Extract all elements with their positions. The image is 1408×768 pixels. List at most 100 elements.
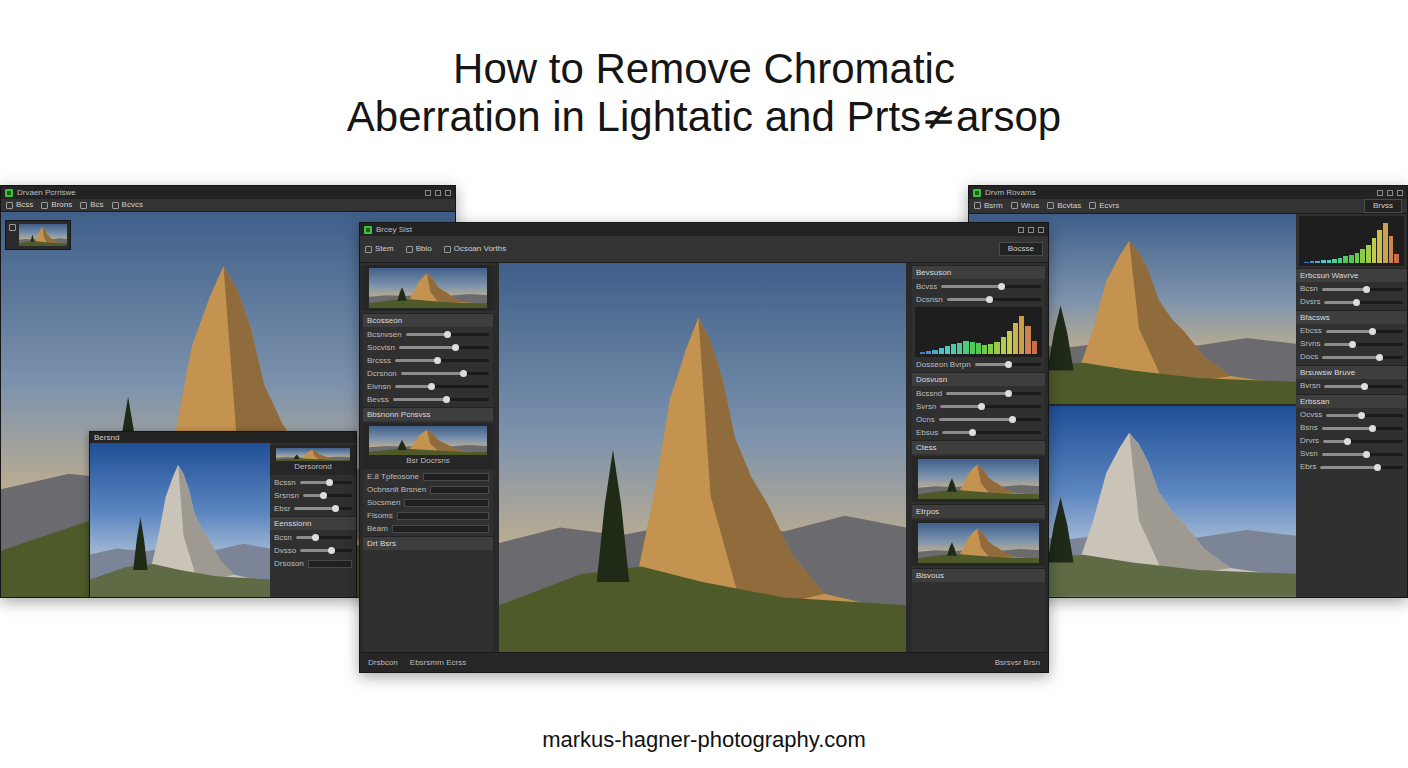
section-header[interactable]: Bisvous (912, 568, 1045, 582)
section-header[interactable]: Bevsuson (912, 265, 1045, 279)
filmstrip[interactable] (5, 220, 71, 250)
toolbar-button[interactable]: Ocsoan Vorths (444, 244, 506, 254)
slider-track[interactable] (300, 481, 352, 484)
close-icon[interactable] (445, 190, 451, 196)
toolbar-button[interactable]: Brons (41, 200, 72, 210)
slider-track[interactable] (975, 363, 1041, 366)
toolbar-button[interactable]: Ecvrs (1089, 201, 1119, 211)
section-header[interactable]: Bfacsws (1296, 310, 1407, 324)
input-field[interactable] (430, 486, 489, 494)
slider-track[interactable] (940, 405, 1041, 408)
section-header[interactable]: Brsuwsw Bruve (1296, 365, 1407, 379)
slider-track[interactable] (941, 285, 1041, 288)
slider-track[interactable] (1320, 466, 1403, 469)
minimize-icon[interactable] (1018, 227, 1024, 233)
thumbnail[interactable] (363, 265, 493, 311)
slider-track[interactable] (401, 372, 489, 375)
slider-handle[interactable] (998, 283, 1005, 290)
input-field[interactable] (423, 473, 489, 481)
close-icon[interactable] (1397, 190, 1403, 196)
slider-track[interactable] (1322, 453, 1403, 456)
toolbar-button[interactable]: Bcss (6, 200, 33, 210)
thumbnail[interactable]: Bsr Docrsns (363, 423, 493, 469)
section-header[interactable]: Ctess (912, 440, 1045, 454)
slider-track[interactable] (296, 536, 352, 539)
toolbar-button[interactable]: Bcvtas (1047, 201, 1081, 211)
slider-track[interactable] (942, 431, 1041, 434)
section-header[interactable]: Bcosseon (363, 313, 493, 327)
slider-handle[interactable] (1376, 354, 1383, 361)
section-header[interactable]: Erbcsun Wavrve (1296, 268, 1407, 282)
slider-track[interactable] (1323, 440, 1403, 443)
input-field[interactable] (404, 499, 489, 507)
slider-handle[interactable] (312, 534, 319, 541)
slider-handle[interactable] (1005, 361, 1012, 368)
slider-handle[interactable] (1369, 328, 1376, 335)
section-header[interactable]: Etrpos (912, 504, 1045, 518)
slider-track[interactable] (406, 333, 489, 336)
slider-handle[interactable] (1353, 299, 1360, 306)
input-field[interactable] (397, 512, 489, 520)
minimize-icon[interactable] (1377, 190, 1383, 196)
slider-handle[interactable] (1369, 425, 1376, 432)
maximize-icon[interactable] (1387, 190, 1393, 196)
toolbar-field[interactable]: Bocsse (999, 242, 1043, 256)
slider-track[interactable] (939, 418, 1041, 421)
maximize-icon[interactable] (1028, 227, 1034, 233)
section-header[interactable]: Eenssionn (270, 516, 356, 530)
section-header[interactable]: Erbssan (1296, 394, 1407, 408)
slider-track[interactable] (1322, 356, 1403, 359)
slider-track[interactable] (1326, 414, 1403, 417)
slider-handle[interactable] (1344, 438, 1351, 445)
slider-track[interactable] (1324, 301, 1403, 304)
slider-track[interactable] (1326, 330, 1403, 333)
slider-track[interactable] (395, 359, 489, 362)
slider-handle[interactable] (1374, 464, 1381, 471)
slider-handle[interactable] (444, 331, 451, 338)
toolbar-button[interactable]: Stem (365, 244, 394, 254)
slider-handle[interactable] (460, 370, 467, 377)
slider-track[interactable] (946, 392, 1041, 395)
slider-track[interactable] (1322, 288, 1403, 291)
slider-handle[interactable] (1358, 412, 1365, 419)
toolbar-button[interactable]: Bcvcs (112, 200, 143, 210)
toolbar-button[interactable]: Wrus (1011, 201, 1040, 211)
slider-track[interactable] (1322, 427, 1403, 430)
slider-track[interactable] (300, 549, 352, 552)
slider-handle[interactable] (986, 296, 993, 303)
section-header[interactable]: Dosvusn (912, 372, 1045, 386)
slider-track[interactable] (1324, 385, 1403, 388)
slider-handle[interactable] (320, 492, 327, 499)
slider-track[interactable] (1324, 343, 1403, 346)
website-url[interactable]: markus-hagner-photography.com (542, 727, 866, 752)
slider-handle[interactable] (1349, 341, 1356, 348)
slider-handle[interactable] (1361, 383, 1368, 390)
slider-handle[interactable] (326, 479, 333, 486)
slider-handle[interactable] (443, 396, 450, 403)
slider-handle[interactable] (978, 403, 985, 410)
slider-handle[interactable] (1009, 416, 1016, 423)
slider-handle[interactable] (434, 357, 441, 364)
slider-track[interactable] (395, 385, 489, 388)
thumbnail[interactable] (912, 456, 1045, 502)
toolbar-button[interactable]: Bbio (406, 244, 432, 254)
slider-handle[interactable] (428, 383, 435, 390)
thumbnail[interactable]: Dersorond (270, 445, 356, 475)
slider-handle[interactable] (452, 344, 459, 351)
slider-track[interactable] (947, 298, 1041, 301)
section-header[interactable]: Drt Bsrs (363, 536, 493, 550)
slider-handle[interactable] (328, 547, 335, 554)
close-icon[interactable] (1038, 227, 1044, 233)
toolbar-button[interactable]: Bcs (80, 200, 103, 210)
slider-handle[interactable] (969, 429, 976, 436)
slider-handle[interactable] (1363, 451, 1370, 458)
slider-track[interactable] (303, 494, 352, 497)
slider-track[interactable] (393, 398, 489, 401)
slider-handle[interactable] (1363, 286, 1370, 293)
toolbar-field[interactable]: Brvss (1364, 199, 1402, 213)
maximize-icon[interactable] (435, 190, 441, 196)
minimize-icon[interactable] (425, 190, 431, 196)
slider-handle[interactable] (1005, 390, 1012, 397)
slider-track[interactable] (294, 507, 352, 510)
toolbar-button[interactable]: Bsrm (974, 201, 1003, 211)
